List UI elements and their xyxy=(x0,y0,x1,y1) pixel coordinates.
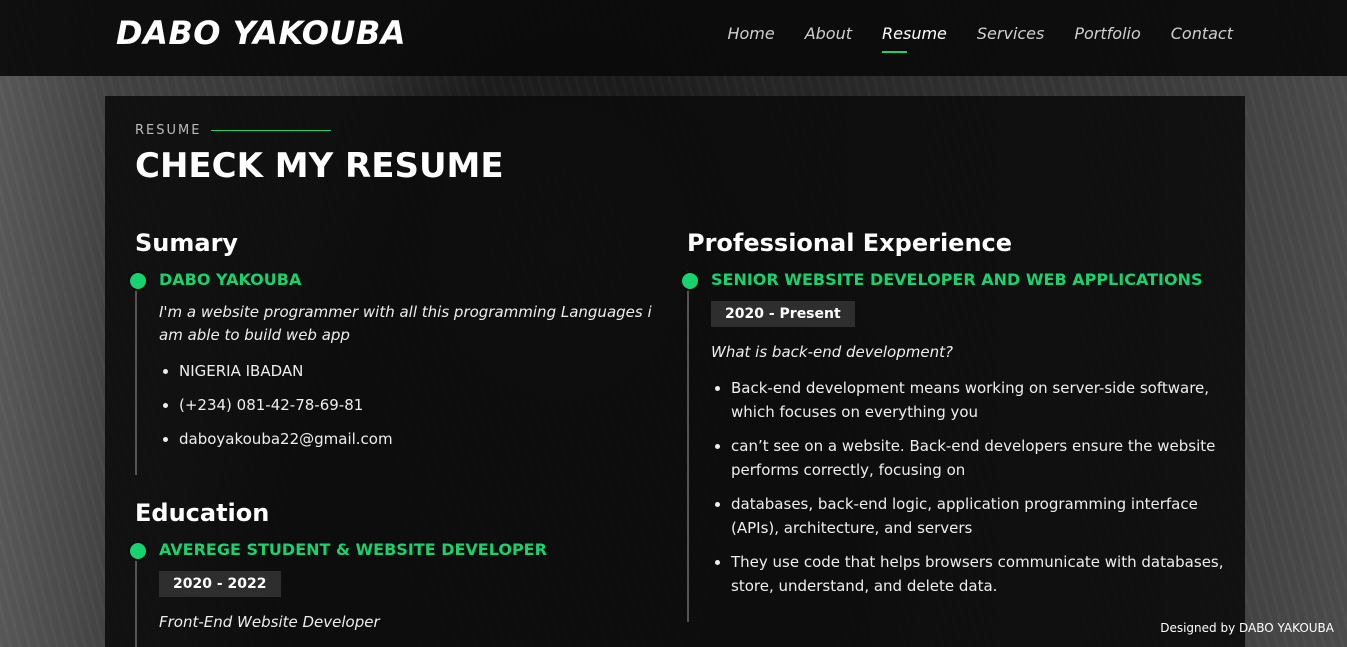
section-eyebrow: RESUME xyxy=(135,123,332,138)
education-item: AVEREGE STUDENT & WEBSITE DEVELOPER 2020… xyxy=(128,540,655,647)
experience-item: SENIOR WEBSITE DEVELOPER AND WEB APPLICA… xyxy=(680,270,1227,622)
list-item-phone: (+234) 081-42-78-69-81 xyxy=(179,393,655,417)
nav-resume[interactable]: Resume xyxy=(882,24,947,53)
summary-heading: Sumary xyxy=(135,229,239,257)
eyebrow-label: RESUME xyxy=(135,123,202,138)
education-date-badge: 2020 - 2022 xyxy=(159,571,281,597)
list-item: databases, back-end logic, application p… xyxy=(731,492,1227,540)
site-header: DABO YAKOUBA Home About Resume Services … xyxy=(0,0,1347,76)
experience-heading: Professional Experience xyxy=(687,229,1013,257)
main-nav: Home About Resume Services Portfolio Con… xyxy=(697,24,1233,53)
list-item-email: daboyakouba22@gmail.com xyxy=(179,427,655,451)
left-column: Sumary DABO YAKOUBA I'm a website progra… xyxy=(128,229,655,647)
experience-question: What is back-end development? xyxy=(711,343,953,361)
education-title: AVEREGE STUDENT & WEBSITE DEVELOPER xyxy=(159,540,547,559)
page-title: CHECK MY RESUME xyxy=(135,146,504,186)
education-heading: Education xyxy=(135,499,270,527)
education-block: Education AVEREGE STUDENT & WEBSITE DEVE… xyxy=(128,499,655,647)
eyebrow-line xyxy=(211,130,332,131)
contact-list: NIGERIA IBADAN (+234) 081-42-78-69-81 da… xyxy=(159,359,655,451)
experience-date-badge: 2020 - Present xyxy=(711,301,855,327)
list-item: can’t see on a website. Back-end develop… xyxy=(731,434,1227,482)
nav-services[interactable]: Services xyxy=(977,24,1044,43)
nav-contact[interactable]: Contact xyxy=(1171,24,1233,43)
resume-panel: RESUME CHECK MY RESUME Sumary DABO YAKOU… xyxy=(105,96,1245,647)
nav-home[interactable]: Home xyxy=(727,24,774,43)
right-column: Professional Experience SENIOR WEBSITE D… xyxy=(680,229,1227,622)
footer-credit: Designed by DABO YAKOUBA xyxy=(1160,621,1334,635)
education-subtitle: Front-End Website Developer xyxy=(159,613,380,631)
summary-name: DABO YAKOUBA xyxy=(159,270,302,289)
experience-list: Back-end development means working on se… xyxy=(711,376,1227,598)
experience-title: SENIOR WEBSITE DEVELOPER AND WEB APPLICA… xyxy=(711,270,1203,289)
summary-item: DABO YAKOUBA I'm a website programmer wi… xyxy=(128,270,655,475)
brand-logo[interactable]: DABO YAKOUBA xyxy=(116,14,406,52)
nav-about[interactable]: About xyxy=(805,24,852,43)
nav-portfolio[interactable]: Portfolio xyxy=(1074,24,1140,43)
list-item: Back-end development means working on se… xyxy=(731,376,1227,424)
list-item-location: NIGERIA IBADAN xyxy=(179,359,655,383)
summary-description: I'm a website programmer with all this p… xyxy=(159,303,652,344)
list-item: They use code that helps browsers commun… xyxy=(731,550,1227,598)
